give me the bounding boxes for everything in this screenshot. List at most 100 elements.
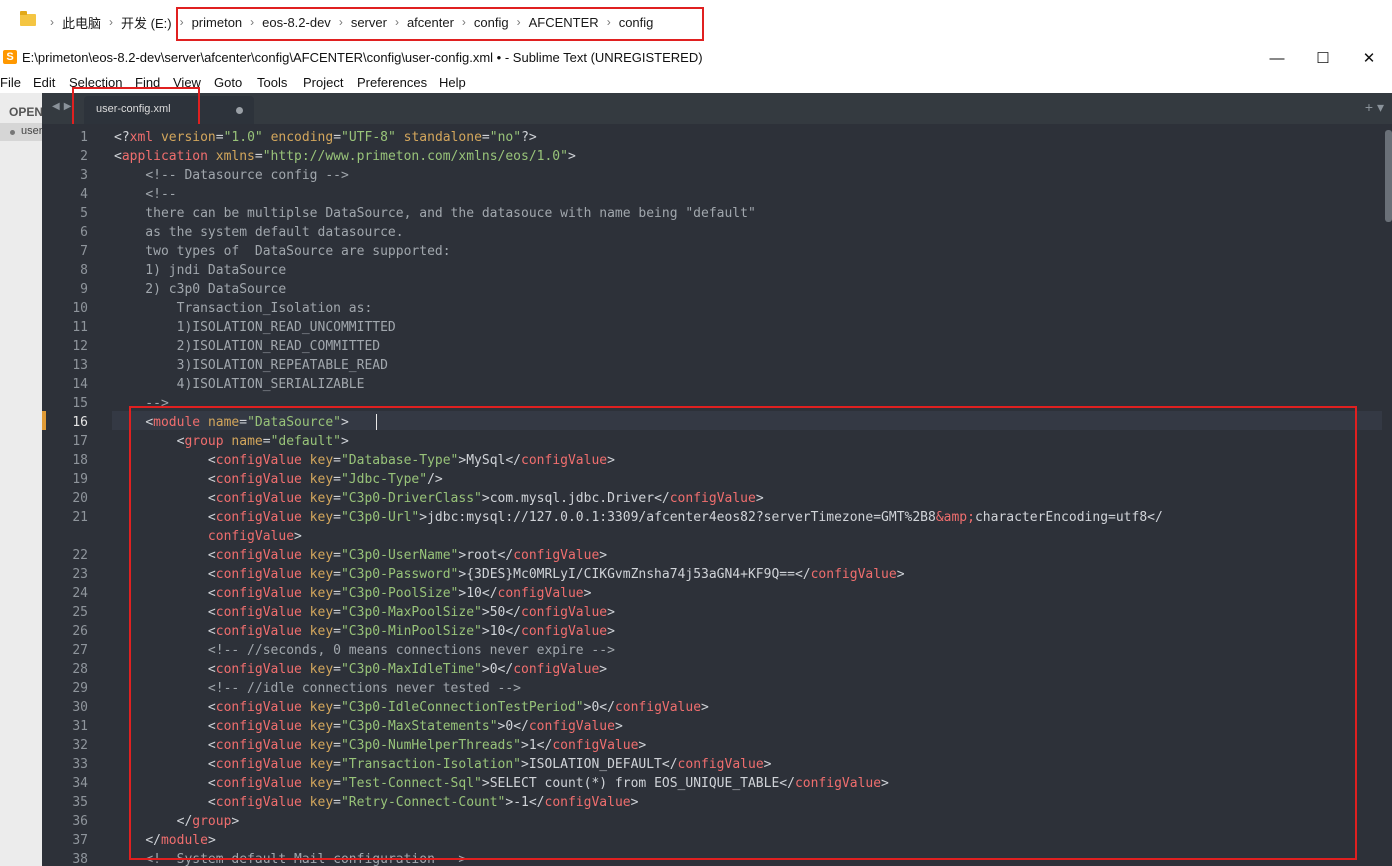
line-number: 38 (72, 852, 88, 866)
code-line[interactable]: there can be multiplse DataSource, and t… (114, 204, 1163, 223)
code-line[interactable]: <configValue key="C3p0-PoolSize">10</con… (114, 584, 1163, 603)
breadcrumb-separator-icon: › (461, 15, 466, 29)
line-number: 31 (72, 719, 88, 734)
code-editor[interactable]: 1 2 3 4 5 6 7 8 9 10 11 12 13 14 15 16 17 18 19 20 21 22 23 24 2… (42, 124, 1392, 866)
code-line[interactable]: 1) jndi DataSource (114, 261, 1163, 280)
code-line[interactable]: <application xmlns="http://www.primeton.… (114, 147, 1163, 166)
close-button[interactable]: ✕ (1346, 44, 1392, 72)
code-line[interactable]: 4)ISOLATION_SERIALIZABLE (114, 375, 1163, 394)
breadcrumb-separator-icon: › (109, 15, 114, 29)
code-line[interactable]: <configValue key="Retry-Connect-Count">-… (114, 793, 1163, 812)
code-line[interactable]: <configValue key="Transaction-Isolation"… (114, 755, 1163, 774)
code-line[interactable]: <configValue key="Database-Type">MySql</… (114, 451, 1163, 470)
code-line[interactable]: <module name="DataSource"> (114, 413, 1163, 432)
breadcrumb-item[interactable]: 开发 (E:) (121, 13, 172, 32)
code-line[interactable]: <!-- Datasource config --> (114, 166, 1163, 185)
code-line[interactable]: <group name="default"> (114, 432, 1163, 451)
line-number: 18 (72, 453, 88, 468)
code-line[interactable]: <configValue key="C3p0-Url">jdbc:mysql:/… (114, 508, 1163, 527)
line-number: 13 (72, 358, 88, 373)
code-line[interactable]: configValue> (114, 527, 1163, 546)
code-line[interactable]: <configValue key="C3p0-MaxIdleTime">0</c… (114, 660, 1163, 679)
breadcrumb-item[interactable]: 此电脑 (62, 13, 101, 32)
menu-help[interactable]: Help (439, 75, 466, 90)
code-line[interactable]: <!-- (114, 185, 1163, 204)
breadcrumb-separator-icon: › (394, 15, 399, 29)
code-line[interactable]: 3)ISOLATION_REPEATABLE_READ (114, 356, 1163, 375)
code-line[interactable]: <configValue key="Test-Connect-Sql">SELE… (114, 774, 1163, 793)
line-number: 33 (72, 757, 88, 772)
maximize-button[interactable]: ☐ (1300, 44, 1346, 72)
line-number: 15 (72, 396, 88, 411)
menu-tools[interactable]: Tools (257, 75, 287, 90)
breadcrumb-item[interactable]: afcenter (407, 15, 454, 30)
sidebar-open-file[interactable]: user (0, 123, 42, 141)
code-line[interactable]: <configValue key="C3p0-UserName">root</c… (114, 546, 1163, 565)
tab-bar: ◀▶ user-config.xml + ▾ (42, 93, 1392, 124)
line-number: 12 (72, 339, 88, 354)
line-number: 35 (72, 795, 88, 810)
tab-user-config[interactable]: user-config.xml (84, 96, 254, 124)
menu-preferences[interactable]: Preferences (357, 75, 427, 90)
new-tab-and-dropdown-icon[interactable]: + ▾ (1365, 99, 1384, 116)
code-line[interactable]: 2) c3p0 DataSource (114, 280, 1163, 299)
breadcrumb: › 此电脑 › 开发 (E:) › primeton › eos-8.2-dev › server… (42, 12, 653, 32)
menu-file[interactable]: File (0, 75, 21, 90)
line-number: 27 (72, 643, 88, 658)
code-line[interactable]: </module> (114, 831, 1163, 850)
file-explorer-address-bar: › 此电脑 › 开发 (E:) › primeton › eos-8.2-dev › server… (0, 0, 1392, 45)
breadcrumb-item[interactable]: server (351, 15, 387, 30)
line-number: 22 (72, 548, 88, 563)
code-line[interactable]: <configValue key="C3p0-MinPoolSize">10</… (114, 622, 1163, 641)
vertical-scrollbar[interactable] (1385, 130, 1392, 222)
line-number: 36 (72, 814, 88, 829)
line-number: 30 (72, 700, 88, 715)
line-number: 23 (72, 567, 88, 582)
menu-bar: File Edit Selection Find View Goto Tools… (0, 72, 1392, 93)
line-number: 4 (80, 187, 88, 202)
code-line[interactable]: 2)ISOLATION_READ_COMMITTED (114, 337, 1163, 356)
code-line[interactable]: <configValue key="C3p0-IdleConnectionTes… (114, 698, 1163, 717)
code-line[interactable]: <!-- //idle connections never tested --> (114, 679, 1163, 698)
code-line[interactable]: </group> (114, 812, 1163, 831)
code-line[interactable]: <configValue key="C3p0-NumHelperThreads"… (114, 736, 1163, 755)
menu-find[interactable]: Find (135, 75, 160, 90)
breadcrumb-item[interactable]: primeton (192, 15, 243, 30)
code-line[interactable]: <?xml version="1.0" encoding="UTF-8" sta… (114, 128, 1163, 147)
code-line[interactable]: as the system default datasource. (114, 223, 1163, 242)
text-caret (376, 414, 377, 430)
breadcrumb-item[interactable]: config (474, 15, 509, 30)
modified-dot-icon[interactable] (236, 107, 243, 114)
menu-project[interactable]: Project (303, 75, 343, 90)
code-line[interactable]: --> (114, 394, 1163, 413)
menu-goto[interactable]: Goto (214, 75, 242, 90)
code-line[interactable]: <configValue key="Jdbc-Type"/> (114, 470, 1163, 489)
code-line[interactable]: <configValue key="C3p0-MaxStatements">0<… (114, 717, 1163, 736)
menu-view[interactable]: View (173, 75, 201, 90)
line-number: 16 (72, 415, 88, 430)
code-line[interactable]: two types of DataSource are supported: (114, 242, 1163, 261)
line-number: 8 (80, 263, 88, 278)
code-line[interactable]: <!--System default Mail configuration --… (114, 850, 1163, 866)
code-text[interactable]: <?xml version="1.0" encoding="UTF-8" sta… (114, 128, 1163, 866)
minimize-button[interactable]: — (1254, 44, 1300, 72)
code-line[interactable]: <configValue key="C3p0-DriverClass">com.… (114, 489, 1163, 508)
line-number: 24 (72, 586, 88, 601)
menu-selection[interactable]: Selection (69, 75, 122, 90)
code-line[interactable]: <configValue key="C3p0-Password">{3DES}M… (114, 565, 1163, 584)
code-line[interactable]: 1)ISOLATION_READ_UNCOMMITTED (114, 318, 1163, 337)
code-line[interactable]: <!-- //seconds, 0 means connections neve… (114, 641, 1163, 660)
breadcrumb-item[interactable]: config (619, 15, 654, 30)
line-number: 3 (80, 168, 88, 183)
tab-scroll-arrows-icon[interactable]: ◀▶ (52, 101, 75, 112)
line-number: 29 (72, 681, 88, 696)
breadcrumb-item[interactable]: AFCENTER (529, 15, 599, 30)
sublime-text-icon: S (3, 50, 17, 64)
breadcrumb-item[interactable]: eos-8.2-dev (262, 15, 331, 30)
breadcrumb-separator-icon: › (179, 15, 184, 29)
open-files-header: OPEN (9, 105, 44, 119)
code-line[interactable]: Transaction_Isolation as: (114, 299, 1163, 318)
menu-edit[interactable]: Edit (33, 75, 55, 90)
code-line[interactable]: <configValue key="C3p0-MaxPoolSize">50</… (114, 603, 1163, 622)
line-number: 19 (72, 472, 88, 487)
